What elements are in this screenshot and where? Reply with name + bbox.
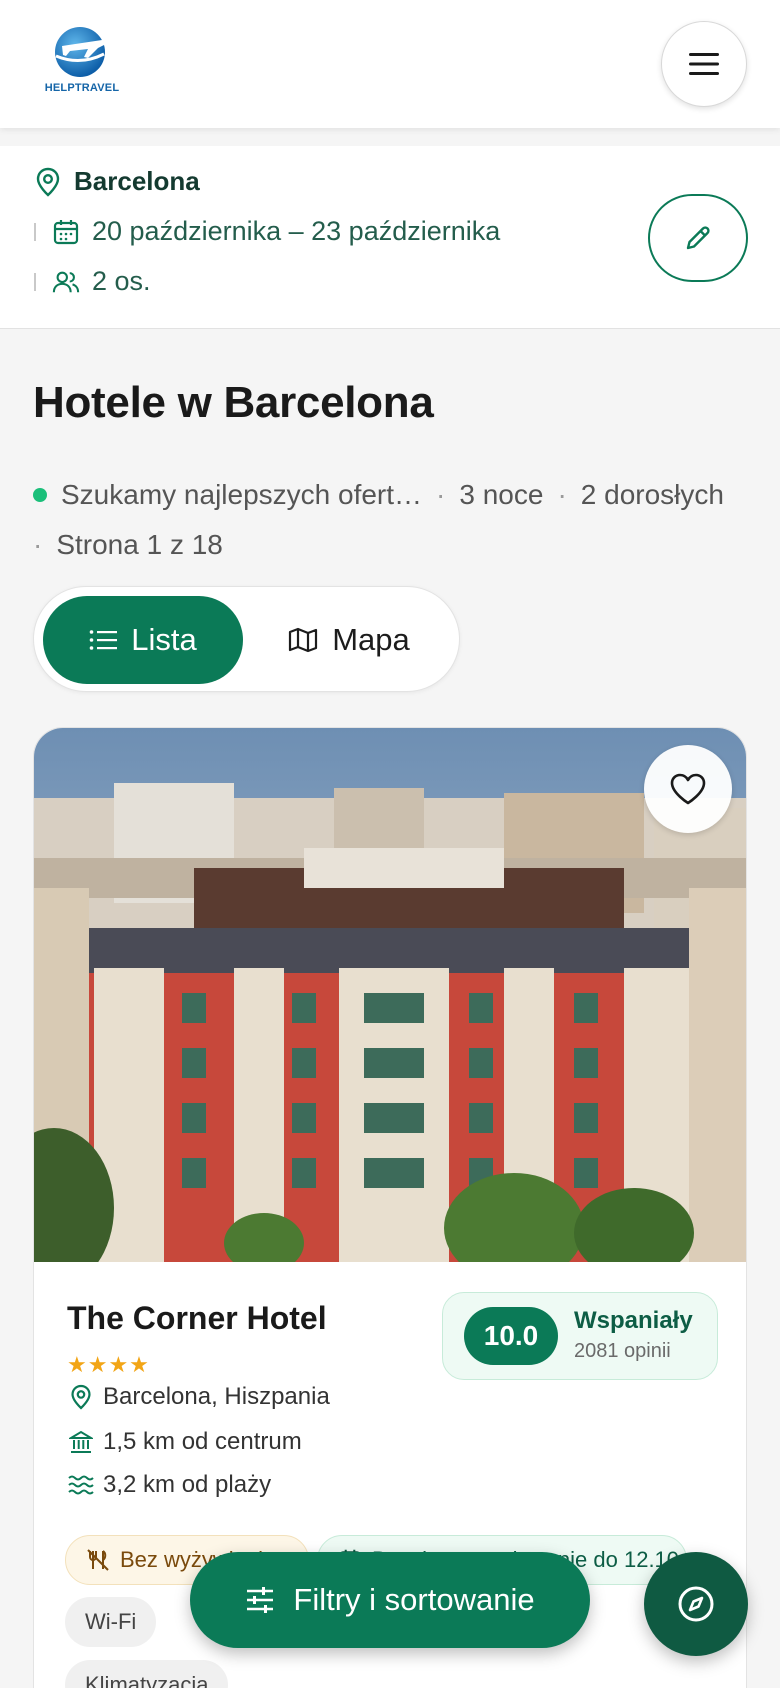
rating-score: 10.0 [464,1307,558,1365]
no-food-icon [87,1549,109,1571]
nights-count: 3 noce [459,479,544,510]
plane-globe-icon [55,27,112,77]
logo-text: HELPTRAVEL [44,82,120,94]
calendar-icon [52,218,80,246]
air-conditioning-chip: Klimatyzacja [65,1660,229,1688]
hotel-location: Barcelona, Hiszpania [67,1383,330,1411]
filters-sort-label: Filtry i sortowanie [293,1582,535,1617]
users-icon [52,268,80,296]
adults-count: 2 dorosłych [580,479,724,510]
star-rating: ★★★★ [67,1352,150,1377]
results-meta: Szukamy najlepszych ofert… · 3 noce · 2 doro… [33,479,724,560]
map-view-button[interactable]: Mapa [249,596,449,684]
map-view-label: Mapa [332,622,410,657]
summary-city: Barcelona [34,166,200,197]
hotel-name[interactable]: The Corner Hotel [67,1300,327,1337]
top-bar: HELPTRAVEL [0,0,780,128]
beach-distance: 3,2 km od plaży [67,1471,271,1499]
compass-icon [678,1586,714,1622]
list-view-button[interactable]: Lista [43,596,243,684]
rating-label: Wspaniały [574,1307,693,1334]
list-icon [89,630,118,650]
center-distance: 1,5 km od centrum [67,1428,302,1456]
review-count: 2081 opinii [574,1340,671,1362]
landmark-icon [67,1430,95,1454]
heart-icon [670,773,706,805]
guests-label: 2 os. [92,266,151,296]
compass-button[interactable] [644,1552,748,1656]
view-toggle: Lista Mapa [33,586,460,692]
pencil-icon [686,226,710,250]
summary-guests: 2 os. [34,266,151,297]
search-status: Szukamy najlepszych ofert… [61,479,423,510]
hotel-card[interactable]: The Corner Hotel ★★★★ 10.0 Wspaniały 208… [33,727,747,1688]
list-view-label: Lista [131,622,197,657]
edit-search-button[interactable] [648,194,748,282]
rating-badge: 10.0 Wspaniały 2081 opinii [442,1292,718,1380]
page-title: Hotele w Barcelona [33,378,434,427]
wifi-chip: Wi-Fi [65,1597,157,1647]
menu-button[interactable] [661,21,747,107]
air-chip-label: Klimatyzacja [85,1672,209,1688]
hamburger-icon [689,53,719,75]
logo[interactable]: HELPTRAVEL [40,26,124,98]
dates-label: 20 października – 23 października [92,216,501,246]
hotel-photo[interactable] [34,728,747,1262]
search-summary: Barcelona 20 października – 23 październ… [0,146,780,329]
map-icon [289,627,318,653]
sliders-icon [247,1587,274,1613]
beach-distance-text: 3,2 km od plaży [103,1471,272,1498]
location-pin-icon [67,1384,95,1410]
filters-sort-button[interactable]: Filtry i sortowanie [190,1552,590,1648]
waves-icon [67,1474,95,1496]
summary-dates: 20 października – 23 października [34,216,500,247]
status-dot [33,488,47,502]
location-text: Barcelona, Hiszpania [103,1383,330,1410]
favorite-button[interactable] [644,745,732,833]
city-label: Barcelona [74,166,200,196]
center-distance-text: 1,5 km od centrum [103,1428,302,1455]
wifi-chip-label: Wi-Fi [85,1609,137,1634]
location-pin-icon [34,167,62,197]
page-indicator: Strona 1 z 18 [56,529,223,560]
